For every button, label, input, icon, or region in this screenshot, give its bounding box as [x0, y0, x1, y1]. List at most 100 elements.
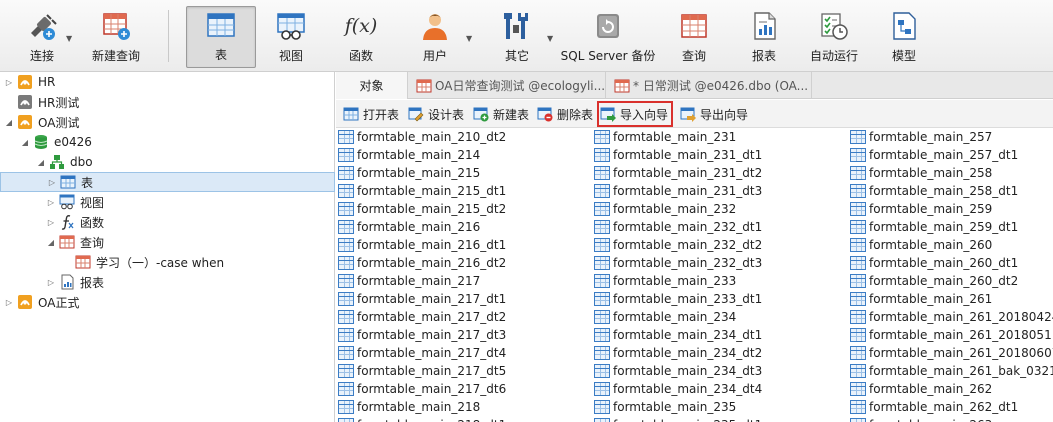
- collapse-toggle[interactable]: ◢: [4, 118, 14, 127]
- others-dropdown-caret[interactable]: ▼: [547, 34, 553, 43]
- tree-database-e0426[interactable]: ◢ e0426: [0, 132, 335, 152]
- table-list-item[interactable]: formtable_main_215: [338, 164, 480, 182]
- table-list-item[interactable]: formtable_main_214: [338, 146, 480, 164]
- table-list-item[interactable]: formtable_main_217_dt5: [338, 362, 506, 380]
- table-list-item[interactable]: formtable_main_234_dt2: [594, 344, 762, 362]
- table-list-item[interactable]: formtable_main_217_dt2: [338, 308, 506, 326]
- table-list-item[interactable]: formtable_main_218_dt1: [338, 416, 506, 422]
- table-name: formtable_main_232_dt1: [613, 220, 763, 234]
- table-list-item[interactable]: formtable_main_233: [594, 272, 736, 290]
- table-list-item[interactable]: formtable_main_232_dt3: [594, 254, 762, 272]
- open-table-icon: [343, 106, 359, 122]
- tree-schema-dbo[interactable]: ◢ dbo: [0, 152, 335, 172]
- collapse-toggle[interactable]: ◢: [36, 158, 46, 167]
- others-button[interactable]: 其它: [496, 6, 538, 68]
- table-list-item[interactable]: formtable_main_262: [850, 380, 992, 398]
- table-list-item[interactable]: formtable_main_235_dt1: [594, 416, 762, 422]
- tree-connection-hr-test[interactable]: HR测试: [0, 92, 335, 112]
- table-list-item[interactable]: formtable_main_231_dt1: [594, 146, 762, 164]
- automation-button[interactable]: 自动运行: [806, 6, 862, 68]
- table-list-item[interactable]: formtable_main_234_dt3: [594, 362, 762, 380]
- table-list-item[interactable]: formtable_main_234: [594, 308, 736, 326]
- table-list-item[interactable]: formtable_main_234_dt1: [594, 326, 762, 344]
- sqlserver-backup-button[interactable]: SQL Server 备份: [560, 6, 656, 68]
- tree-tables[interactable]: ▷ 表: [0, 172, 335, 192]
- queries-button[interactable]: 查询: [674, 6, 714, 68]
- import-wizard-button[interactable]: 导入向导: [596, 101, 674, 127]
- table-list-item[interactable]: formtable_main_210_dt2: [338, 128, 506, 146]
- connect-button[interactable]: 连接: [22, 6, 62, 68]
- table-list-item[interactable]: formtable_main_215_dt2: [338, 200, 506, 218]
- table-list-item[interactable]: formtable_main_258_dt1: [850, 182, 1018, 200]
- table-list-item[interactable]: formtable_main_215_dt1: [338, 182, 506, 200]
- table-list-item[interactable]: formtable_main_260_dt2: [850, 272, 1018, 290]
- table-list-item[interactable]: formtable_main_258: [850, 164, 992, 182]
- views-button[interactable]: 视图: [270, 6, 312, 68]
- table-list-item[interactable]: formtable_main_257: [850, 128, 992, 146]
- reports-button[interactable]: 报表: [744, 6, 784, 68]
- table-list-item[interactable]: formtable_main_216_dt1: [338, 236, 506, 254]
- delete-table-button[interactable]: 删除表: [537, 104, 593, 124]
- table-list-item[interactable]: formtable_main_261_20180424_bak: [850, 308, 1053, 326]
- table-icon: [850, 202, 866, 216]
- table-list-item[interactable]: formtable_main_216_dt2: [338, 254, 506, 272]
- models-button[interactable]: 模型: [884, 6, 924, 68]
- expand-toggle[interactable]: ▷: [4, 78, 14, 87]
- collapse-toggle[interactable]: ◢: [46, 238, 56, 247]
- table-list-item[interactable]: formtable_main_217_dt1: [338, 290, 506, 308]
- table-list-item[interactable]: formtable_main_257_dt1: [850, 146, 1018, 164]
- table-list-item[interactable]: formtable_main_261_20180607: [850, 344, 1053, 362]
- users-dropdown-caret[interactable]: ▼: [466, 34, 472, 43]
- expand-toggle[interactable]: ▷: [46, 278, 56, 287]
- table-list-item[interactable]: formtable_main_216: [338, 218, 480, 236]
- table-list-item[interactable]: formtable_main_235: [594, 398, 736, 416]
- table-list-item[interactable]: formtable_main_217_dt3: [338, 326, 506, 344]
- expand-toggle[interactable]: ▷: [46, 198, 56, 207]
- tables-button[interactable]: 表: [186, 6, 256, 68]
- table-list-item[interactable]: formtable_main_261_20180511: [850, 326, 1053, 344]
- expand-toggle[interactable]: ▷: [47, 178, 57, 187]
- table-list-item[interactable]: formtable_main_259: [850, 200, 992, 218]
- open-table-button[interactable]: 打开表: [343, 104, 399, 124]
- design-table-button[interactable]: 设计表: [408, 104, 464, 124]
- table-list-item[interactable]: formtable_main_260: [850, 236, 992, 254]
- table-list-item[interactable]: formtable_main_259_dt1: [850, 218, 1018, 236]
- table-list-item[interactable]: formtable_main_217: [338, 272, 480, 290]
- table-list-item[interactable]: formtable_main_231: [594, 128, 736, 146]
- table-list-item[interactable]: formtable_main_231_dt3: [594, 182, 762, 200]
- collapse-toggle[interactable]: ◢: [20, 138, 30, 147]
- connect-dropdown-caret[interactable]: ▼: [66, 34, 72, 43]
- table-list-item[interactable]: formtable_main_218: [338, 398, 480, 416]
- tree-connection-hr[interactable]: ▷ HR: [0, 72, 335, 92]
- tab-query-daily-test[interactable]: * 日常测试 @e0426.dbo (OA...: [606, 72, 812, 99]
- table-list-item[interactable]: formtable_main_233_dt1: [594, 290, 762, 308]
- table-list-item[interactable]: formtable_main_217_dt6: [338, 380, 506, 398]
- tab-objects[interactable]: 对象: [336, 72, 408, 99]
- export-wizard-button[interactable]: 导出向导: [680, 104, 748, 124]
- expand-toggle[interactable]: ▷: [4, 298, 14, 307]
- table-list-item[interactable]: formtable_main_263: [850, 416, 992, 422]
- table-list-item[interactable]: formtable_main_261_bak_0321: [850, 362, 1053, 380]
- table-list-item[interactable]: formtable_main_232_dt2: [594, 236, 762, 254]
- table-list-item[interactable]: formtable_main_217_dt4: [338, 344, 506, 362]
- tree-connection-oa-test[interactable]: ◢ OA测试: [0, 112, 335, 132]
- tree-connection-oa-prod[interactable]: ▷ OA正式: [0, 292, 335, 312]
- new-table-button[interactable]: 新建表: [473, 104, 529, 124]
- users-button[interactable]: 用户: [414, 6, 456, 68]
- table-list-item[interactable]: formtable_main_232_dt1: [594, 218, 762, 236]
- tree-reports[interactable]: ▷ 报表: [0, 272, 335, 292]
- functions-button[interactable]: f(x) 函数: [340, 6, 382, 68]
- tree-queries[interactable]: ◢ 查询: [0, 232, 335, 252]
- new-query-button[interactable]: 新建查询: [86, 6, 146, 68]
- table-list-item[interactable]: formtable_main_234_dt4: [594, 380, 762, 398]
- tab-query-oa-daily[interactable]: OA日常查询测试 @ecologyli...: [408, 72, 606, 99]
- table-list-item[interactable]: formtable_main_260_dt1: [850, 254, 1018, 272]
- tree-query-item[interactable]: 学习（一）-case when: [0, 252, 335, 272]
- table-list-item[interactable]: formtable_main_262_dt1: [850, 398, 1018, 416]
- tree-views[interactable]: ▷ 视图: [0, 192, 335, 212]
- expand-toggle[interactable]: ▷: [46, 218, 56, 227]
- table-list-item[interactable]: formtable_main_231_dt2: [594, 164, 762, 182]
- tree-functions[interactable]: ▷ 函数: [0, 212, 335, 232]
- table-list-item[interactable]: formtable_main_232: [594, 200, 736, 218]
- table-list-item[interactable]: formtable_main_261: [850, 290, 992, 308]
